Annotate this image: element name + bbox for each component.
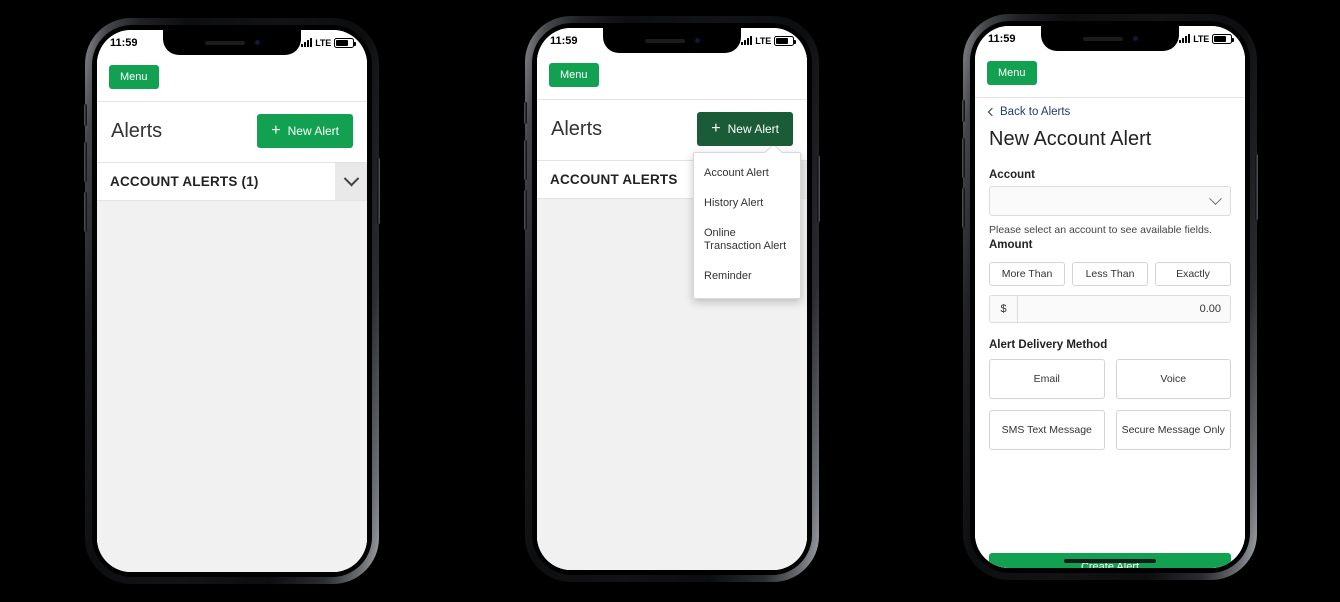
comparison-less-than-button[interactable]: Less Than (1072, 262, 1148, 286)
volume-up-button[interactable] (84, 142, 87, 182)
dropdown-item-reminder[interactable]: Reminder (694, 262, 800, 292)
section-title: ACCOUNT ALERTS (1) (110, 174, 259, 189)
front-camera-icon (254, 40, 260, 45)
app-top-bar: Menu (975, 51, 1245, 98)
phone-screen: 11:59 LTE Menu Alerts + New Alert (97, 30, 367, 572)
account-alerts-section-header[interactable]: ACCOUNT ALERTS (1) (97, 163, 367, 201)
battery-icon (1212, 33, 1234, 44)
app-container: Menu Alerts + New Alert Account Alert Hi… (537, 53, 807, 570)
network-type-label: LTE (1193, 33, 1209, 44)
notch (163, 30, 301, 55)
account-field-label: Account (989, 169, 1035, 181)
new-alert-button[interactable]: + New Alert (697, 112, 793, 146)
silent-switch[interactable] (84, 104, 87, 126)
volume-down-button[interactable] (962, 188, 965, 228)
volume-up-button[interactable] (962, 138, 965, 178)
status-bar-time: 11:59 (550, 34, 578, 47)
silent-switch[interactable] (962, 100, 965, 122)
chevron-left-icon (987, 107, 997, 117)
earpiece-speaker-icon (204, 40, 245, 45)
new-account-alert-form: Back to Alerts New Account Alert Account… (975, 98, 1245, 568)
currency-symbol: $ (990, 296, 1018, 322)
amount-input[interactable]: 0.00 (1018, 296, 1230, 322)
menu-button[interactable]: Menu (987, 61, 1037, 85)
account-hint-text: Please select an account to see availabl… (989, 224, 1212, 236)
battery-icon (334, 37, 356, 48)
status-bar-time: 11:59 (988, 32, 1016, 45)
phone-screen: 11:59 LTE Menu Back to Alerts New Accoun… (975, 26, 1245, 568)
status-bar-time: 11:59 (110, 36, 138, 49)
signal-bars-icon (1179, 34, 1191, 43)
new-alert-button-label: New Alert (727, 122, 779, 136)
home-indicator[interactable] (1064, 559, 1156, 563)
page-title: Alerts (551, 117, 603, 140)
earpiece-speaker-icon (1082, 36, 1123, 41)
chevron-down-icon (1209, 191, 1222, 205)
menu-button[interactable]: Menu (549, 63, 599, 87)
section-collapse-toggle[interactable] (335, 163, 367, 200)
delivery-method-options: Email Voice SMS Text Message Secure Mess… (989, 359, 1231, 450)
earpiece-speaker-icon (644, 38, 685, 43)
volume-down-button[interactable] (84, 192, 87, 232)
form-title: New Account Alert (989, 128, 1152, 150)
chevron-down-icon (343, 170, 359, 187)
front-camera-icon (694, 38, 700, 43)
comparison-exactly-button[interactable]: Exactly (1155, 262, 1231, 286)
notch (603, 28, 741, 53)
app-top-bar: Menu (537, 53, 807, 100)
delivery-method-label: Alert Delivery Method (989, 339, 1108, 351)
comparison-button-group: More Than Less Than Exactly (989, 262, 1231, 286)
network-type-label: LTE (315, 37, 331, 48)
power-button[interactable] (1255, 154, 1258, 220)
status-bar-indicators: LTE (741, 35, 796, 46)
delivery-option-email[interactable]: Email (989, 359, 1105, 399)
back-link-label: Back to Alerts (1000, 106, 1071, 118)
screenshot-stage: 11:59 LTE Menu Alerts + New Alert ACCOUN… (0, 0, 1340, 602)
page-title: Alerts (111, 119, 163, 142)
dropdown-item-account-alert[interactable]: Account Alert (694, 159, 800, 189)
page-header: Alerts + New Alert (97, 102, 367, 163)
status-bar-indicators: LTE (1179, 33, 1234, 44)
delivery-option-secure-message-only[interactable]: Secure Message Only (1115, 410, 1231, 450)
delivery-option-sms-text-message[interactable]: SMS Text Message (989, 410, 1105, 450)
section-title: ACCOUNT ALERTS (550, 172, 678, 187)
signal-bars-icon (301, 38, 313, 47)
menu-button[interactable]: Menu (109, 65, 159, 89)
new-alert-dropdown-menu: Account Alert History Alert Online Trans… (693, 152, 801, 299)
account-select[interactable] (989, 186, 1231, 216)
app-container: Menu Alerts + New Alert ACCOUNT ALERTS (… (97, 55, 367, 572)
dropdown-item-history-alert[interactable]: History Alert (694, 189, 800, 219)
notch (1041, 26, 1179, 51)
amount-field-label: Amount (989, 239, 1033, 251)
comparison-more-than-button[interactable]: More Than (989, 262, 1065, 286)
front-camera-icon (1132, 36, 1138, 41)
plus-icon: + (271, 122, 281, 139)
dropdown-item-online-transaction-alert[interactable]: Online Transaction Alert (694, 219, 800, 263)
new-alert-button-label: New Alert (287, 124, 339, 138)
new-alert-button[interactable]: + New Alert (257, 114, 353, 148)
power-button[interactable] (817, 156, 820, 222)
page-header: Alerts + New Alert Account Alert History… (537, 100, 807, 299)
signal-bars-icon (741, 36, 753, 45)
silent-switch[interactable] (524, 102, 527, 124)
delivery-option-voice[interactable]: Voice (1115, 359, 1231, 399)
alerts-list-body (97, 201, 367, 572)
status-bar-indicators: LTE (301, 37, 356, 48)
app-top-bar: Menu (97, 55, 367, 102)
phone-mockup-alerts-list: 11:59 LTE Menu Alerts + New Alert ACCOUN… (84, 18, 380, 584)
phone-screen: 11:59 LTE Menu Alerts + New Alert (537, 28, 807, 570)
volume-down-button[interactable] (524, 190, 527, 230)
phone-mockup-new-account-alert: 11:59 LTE Menu Back to Alerts New Accoun… (962, 14, 1258, 580)
app-container: Menu Back to Alerts New Account Alert Ac… (975, 51, 1245, 568)
phone-mockup-alerts-dropdown: 11:59 LTE Menu Alerts + New Alert Accoun… (524, 16, 820, 582)
battery-icon (774, 35, 796, 46)
amount-input-group[interactable]: $ 0.00 (989, 295, 1231, 323)
plus-icon: + (711, 120, 721, 137)
network-type-label: LTE (755, 35, 771, 46)
back-to-alerts-link[interactable]: Back to Alerts (987, 98, 1231, 122)
power-button[interactable] (377, 158, 380, 224)
volume-up-button[interactable] (524, 140, 527, 180)
